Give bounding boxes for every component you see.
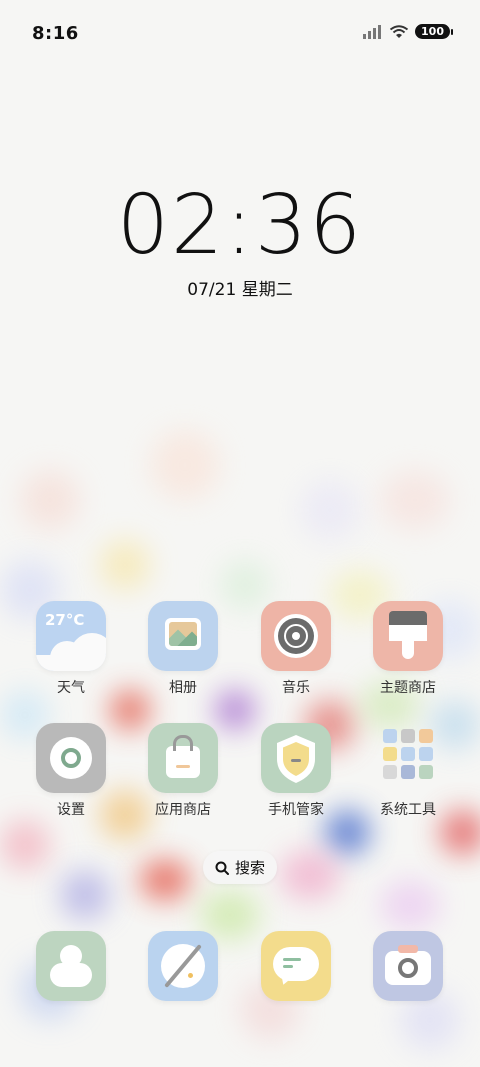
dock-contacts[interactable] xyxy=(21,931,121,1001)
app-label: 音乐 xyxy=(282,680,310,696)
app-music[interactable]: 音乐 xyxy=(246,601,346,697)
search-icon xyxy=(215,861,229,875)
dock-messages[interactable] xyxy=(246,931,346,1001)
status-icons: 100 xyxy=(363,24,453,39)
folder-system-tools[interactable]: 系统工具 xyxy=(358,723,458,819)
status-time: 8:16 xyxy=(32,23,79,44)
messages-icon xyxy=(261,931,331,1001)
contacts-icon xyxy=(36,931,106,1001)
app-label: 主题商店 xyxy=(380,680,436,696)
app-settings[interactable]: 设置 xyxy=(21,723,121,819)
app-app-store[interactable]: 应用商店 xyxy=(133,723,233,819)
dock-camera[interactable] xyxy=(358,931,458,1001)
search-button[interactable]: 搜索 xyxy=(203,851,277,884)
browser-icon xyxy=(148,931,218,1001)
camera-icon xyxy=(373,931,443,1001)
weather-temp: 27°C xyxy=(45,611,85,629)
music-icon xyxy=(261,601,331,671)
app-label: 系统工具 xyxy=(380,802,436,818)
search-label: 搜索 xyxy=(234,859,265,877)
app-gallery[interactable]: 相册 xyxy=(133,601,233,697)
app-label: 设置 xyxy=(57,802,85,818)
app-store-icon xyxy=(148,723,218,793)
app-weather[interactable]: 27°C 天气 xyxy=(21,601,121,697)
wallpaper xyxy=(0,0,480,1067)
app-label: 天气 xyxy=(57,680,85,696)
app-theme-store[interactable]: 主题商店 xyxy=(358,601,458,697)
theme-store-icon xyxy=(373,601,443,671)
signal-icon xyxy=(363,24,382,39)
app-phone-manager[interactable]: 手机管家 xyxy=(246,723,346,819)
security-icon xyxy=(261,723,331,793)
settings-icon xyxy=(36,723,106,793)
battery-indicator: 100 xyxy=(415,24,453,39)
app-label: 相册 xyxy=(169,680,197,696)
app-label: 手机管家 xyxy=(268,802,324,818)
clock-time[interactable]: 02:36 xyxy=(0,178,480,273)
dock-browser[interactable] xyxy=(133,931,233,1001)
gallery-icon xyxy=(148,601,218,671)
clock-date: 07/21 星期二 xyxy=(187,280,293,300)
status-bar: 8:16 100 xyxy=(0,0,480,68)
wifi-icon xyxy=(389,24,409,38)
app-label: 应用商店 xyxy=(155,802,211,818)
weather-icon: 27°C xyxy=(36,601,106,671)
folder-icon xyxy=(373,723,443,793)
